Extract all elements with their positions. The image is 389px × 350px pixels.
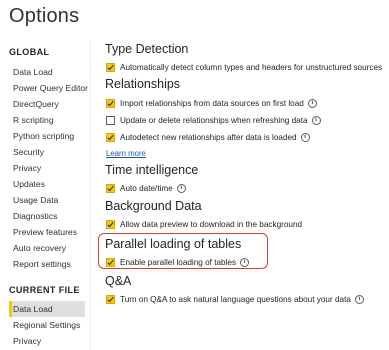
checkbox-icon[interactable] — [106, 219, 115, 229]
sidebar-item-r-scripting[interactable]: R scripting — [13, 115, 54, 125]
option-label[interactable]: Import relationships from data sources o… — [120, 99, 304, 108]
option-autodetect-relationships: Autodetect new relationships after data … — [106, 131, 310, 143]
sidebar-heading-global: GLOBAL — [9, 47, 50, 57]
option-turn-on-qna: Turn on Q&A to ask natural language ques… — [106, 293, 364, 305]
sidebar-item-auto-recovery[interactable]: Auto recovery — [13, 243, 66, 253]
checkbox-icon[interactable] — [106, 183, 115, 193]
option-auto-date-time: Auto date/time i — [106, 182, 186, 194]
checkbox-icon[interactable] — [106, 132, 115, 142]
sidebar-item-power-query-editor[interactable]: Power Query Editor — [13, 83, 88, 93]
checkbox-icon[interactable] — [106, 98, 115, 108]
section-heading-time-intelligence: Time intelligence — [105, 163, 199, 177]
option-label[interactable]: Automatically detect column types and he… — [120, 63, 382, 72]
sidebar-item-security[interactable]: Security — [13, 147, 44, 157]
option-label[interactable]: Autodetect new relationships after data … — [120, 133, 297, 142]
options-content: Type Detection Automatically detect colu… — [105, 0, 389, 350]
sidebar-item-report-settings[interactable]: Report settings — [13, 259, 71, 269]
learn-more-link[interactable]: Learn more — [106, 149, 146, 158]
sidebar-item-usage-data[interactable]: Usage Data — [13, 195, 58, 205]
sidebar-item-python-scripting[interactable]: Python scripting — [13, 131, 74, 141]
sidebar-item-regional-settings[interactable]: Regional Settings — [13, 320, 80, 330]
sidebar-item-data-load[interactable]: Data Load — [13, 67, 53, 77]
sidebar-item-current-data-load[interactable]: Data Load — [9, 301, 85, 317]
section-heading-qna: Q&A — [105, 274, 132, 288]
option-label[interactable]: Auto date/time — [120, 184, 173, 193]
info-icon[interactable]: i — [176, 183, 186, 193]
info-icon[interactable]: i — [307, 98, 317, 108]
section-heading-background-data: Background Data — [105, 199, 202, 213]
highlight-box — [98, 233, 268, 269]
section-heading-type-detection: Type Detection — [105, 42, 189, 56]
sidebar-item-privacy[interactable]: Privacy — [13, 163, 41, 173]
section-heading-relationships: Relationships — [105, 77, 181, 91]
checkbox-icon[interactable] — [106, 115, 115, 125]
option-update-delete-relationships: Update or delete relationships when refr… — [106, 114, 321, 126]
option-detect-column-types: Automatically detect column types and he… — [106, 61, 382, 73]
info-icon[interactable]: i — [311, 115, 321, 125]
sidebar-divider — [90, 40, 91, 350]
checkbox-icon[interactable] — [106, 294, 115, 304]
sidebar-item-diagnostics[interactable]: Diagnostics — [13, 211, 57, 221]
checkbox-icon[interactable] — [106, 62, 115, 72]
sidebar-heading-current-file: CURRENT FILE — [9, 285, 80, 295]
sidebar-item-directquery[interactable]: DirectQuery — [13, 99, 59, 109]
sidebar-item-preview-features[interactable]: Preview features — [13, 227, 77, 237]
option-import-relationships: Import relationships from data sources o… — [106, 97, 317, 109]
options-sidebar: GLOBAL Data Load Power Query Editor Dire… — [0, 0, 90, 350]
option-background-preview: Allow data preview to download in the ba… — [106, 218, 302, 230]
sidebar-item-updates[interactable]: Updates — [13, 179, 45, 189]
option-label[interactable]: Update or delete relationships when refr… — [120, 116, 308, 125]
option-label[interactable]: Turn on Q&A to ask natural language ques… — [120, 295, 351, 304]
info-icon[interactable]: i — [354, 294, 364, 304]
sidebar-item-current-privacy[interactable]: Privacy — [13, 336, 41, 346]
option-label[interactable]: Allow data preview to download in the ba… — [120, 220, 302, 229]
info-icon[interactable]: i — [300, 132, 310, 142]
